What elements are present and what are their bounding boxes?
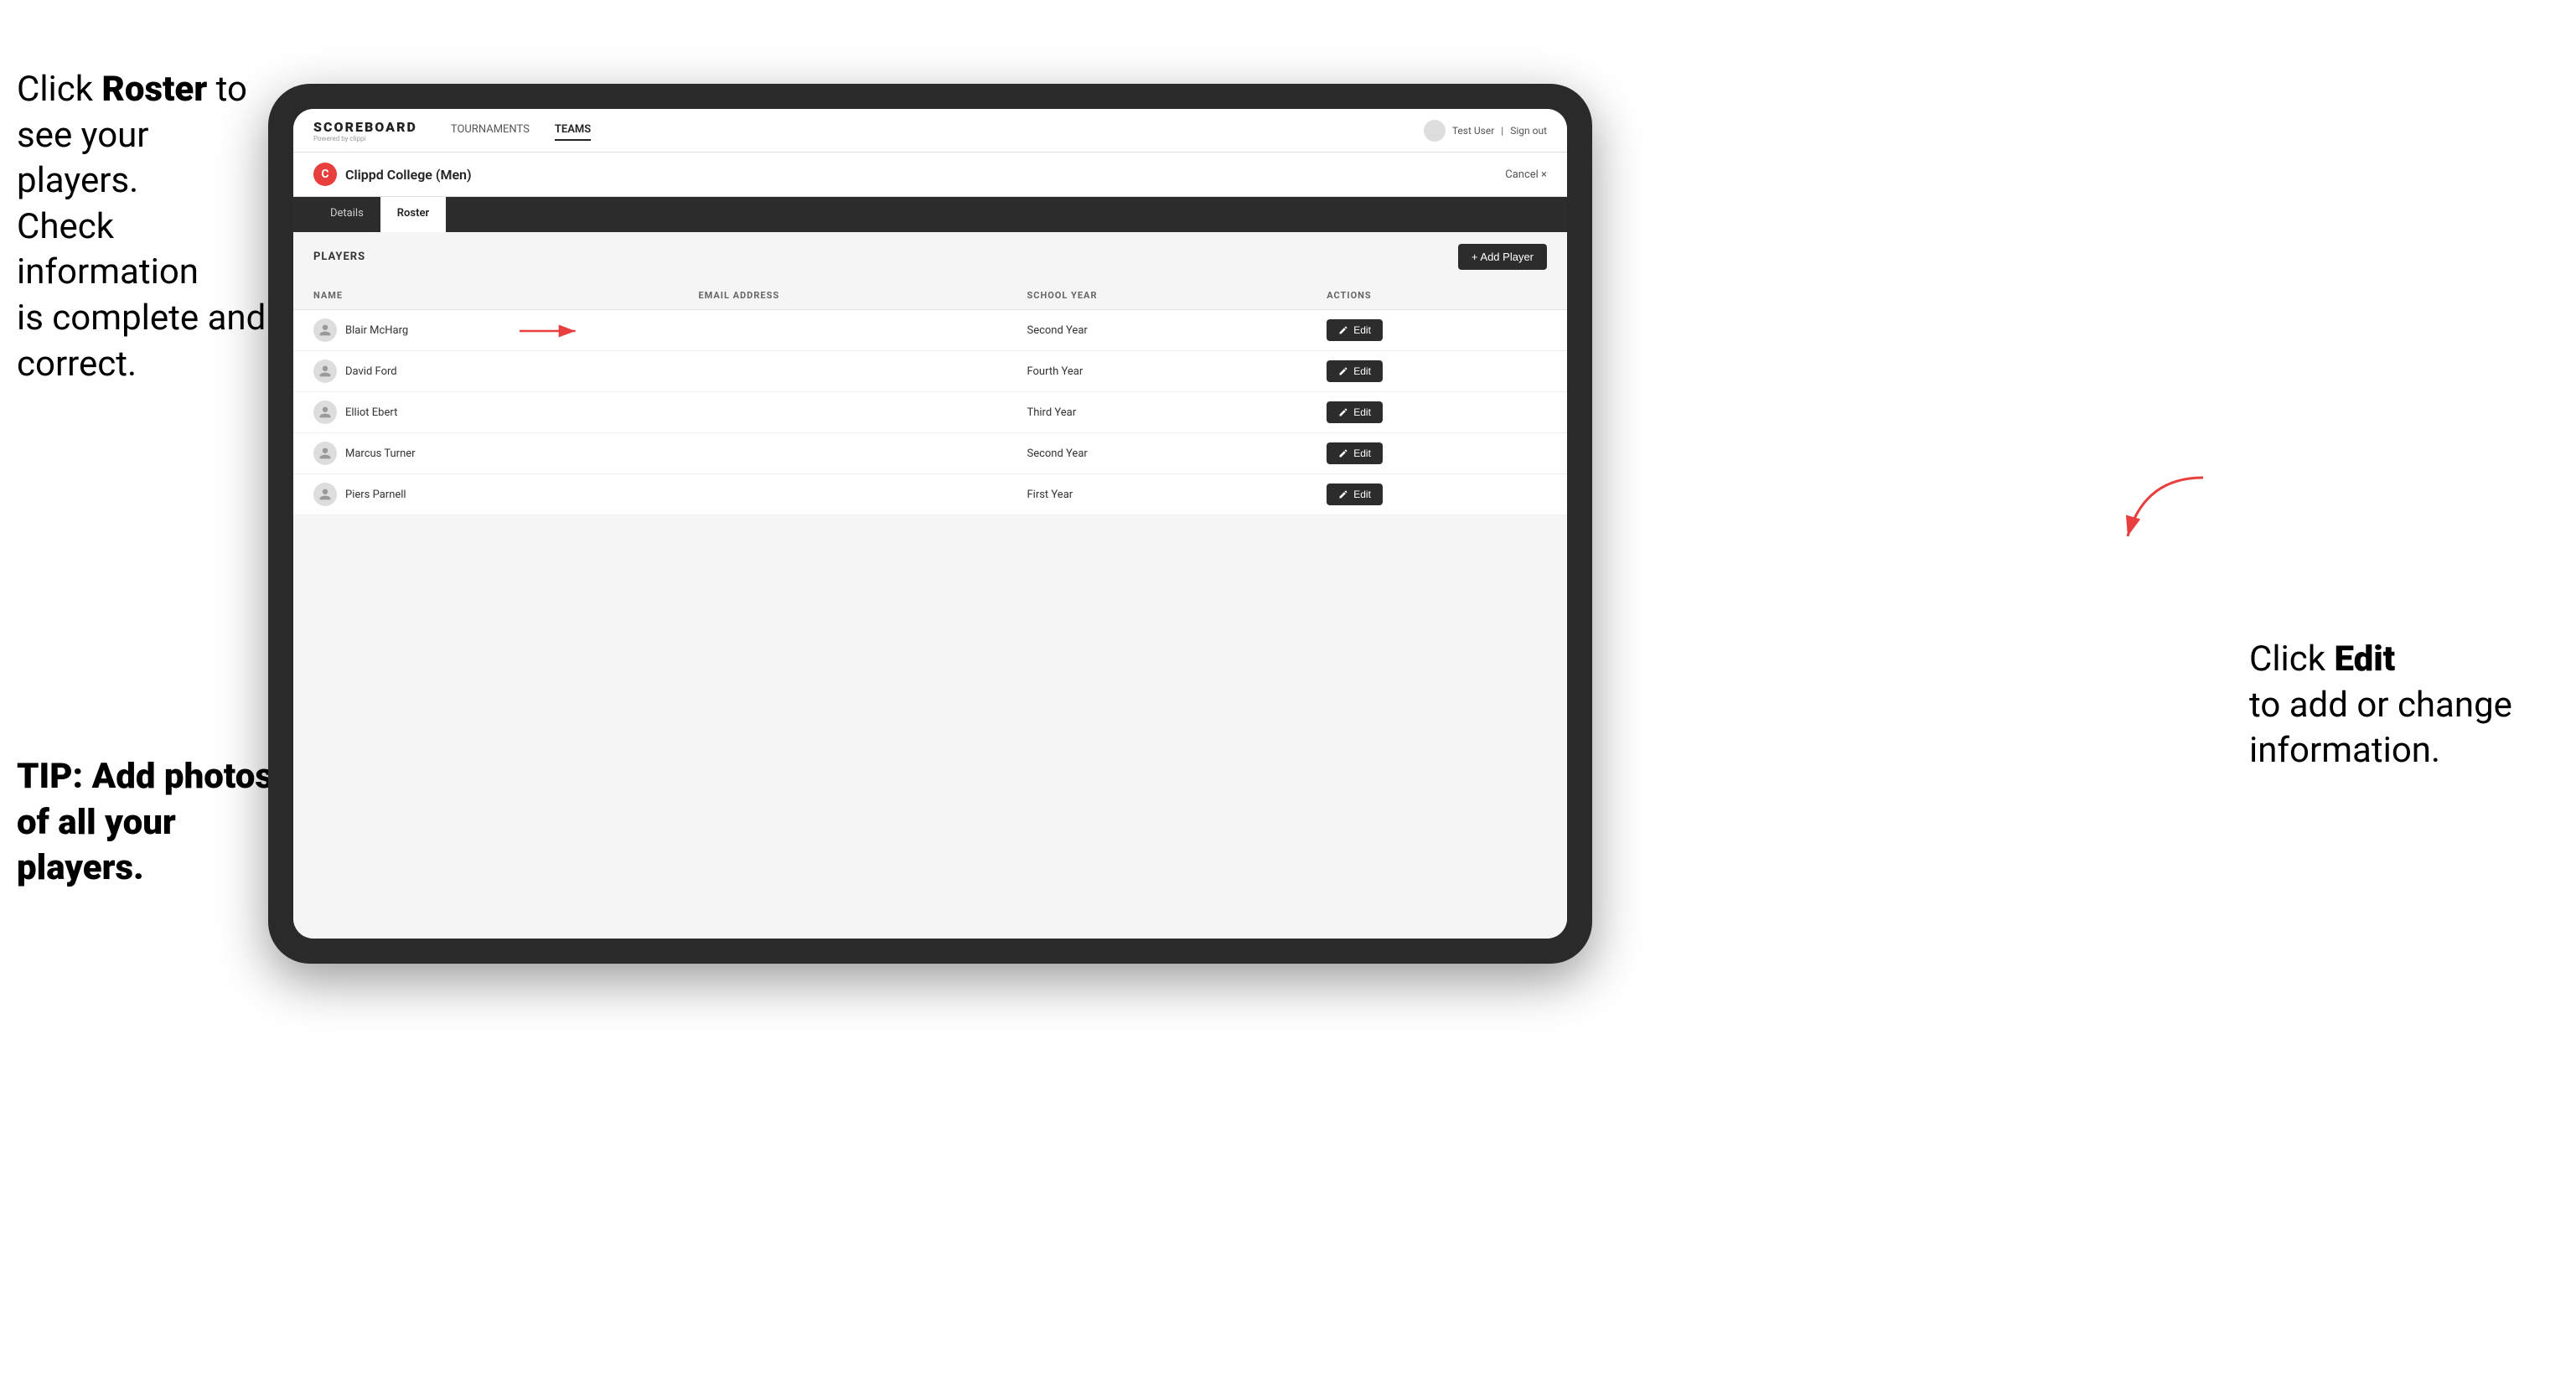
players-title: PLAYERS bbox=[313, 251, 365, 263]
player-name-cell: Elliot Ebert bbox=[293, 392, 678, 433]
player-name-cell: Piers Parnell bbox=[293, 474, 678, 515]
table-head: NAME EMAIL ADDRESS SCHOOL YEAR ACTIONS bbox=[293, 282, 1567, 310]
player-school-year: Second Year bbox=[1006, 433, 1306, 474]
player-name: Blair McHarg bbox=[345, 324, 408, 337]
app-header: SCOREBOARD Powered by clippi TOURNAMENTS… bbox=[293, 109, 1567, 153]
edit-player-button[interactable]: Edit bbox=[1327, 401, 1383, 423]
player-school-year: Third Year bbox=[1006, 392, 1306, 433]
tip-block: TIP: Add photos of all your players. bbox=[17, 754, 285, 892]
col-name: NAME bbox=[293, 282, 678, 310]
left-instruction-block: Click Roster tosee your players.Check in… bbox=[17, 67, 268, 387]
player-email bbox=[678, 351, 1006, 392]
player-school-year: Fourth Year bbox=[1006, 351, 1306, 392]
tablet-screen: SCOREBOARD Powered by clippi TOURNAMENTS… bbox=[293, 109, 1567, 939]
col-email: EMAIL ADDRESS bbox=[678, 282, 1006, 310]
player-actions: Edit bbox=[1306, 392, 1567, 433]
edit-player-button[interactable]: Edit bbox=[1327, 360, 1383, 382]
add-player-button[interactable]: + Add Player bbox=[1458, 244, 1547, 270]
player-avatar bbox=[313, 401, 337, 424]
table-row: Marcus Turner Second Year Edit bbox=[293, 433, 1567, 474]
player-name-cell: Blair McHarg bbox=[293, 310, 678, 351]
roster-bold: Roster bbox=[101, 69, 207, 110]
right-instruction-block: Click Editto add or changeinformation. bbox=[2249, 637, 2551, 774]
edit-player-button[interactable]: Edit bbox=[1327, 319, 1383, 341]
team-name-area: C Clippd College (Men) bbox=[313, 163, 472, 186]
nav-teams[interactable]: TEAMS bbox=[555, 120, 591, 141]
nav-tournaments[interactable]: TOURNAMENTS bbox=[451, 120, 530, 141]
instruction-text: Click Roster tosee your players.Check in… bbox=[17, 69, 266, 385]
player-actions: Edit bbox=[1306, 351, 1567, 392]
logo-area: SCOREBOARD Powered by clippi bbox=[313, 119, 417, 142]
separator: | bbox=[1501, 125, 1503, 137]
edit-player-button[interactable]: Edit bbox=[1327, 442, 1383, 464]
roster-arrow bbox=[520, 314, 603, 348]
table-body: Blair McHarg Second Year Edit David Ford… bbox=[293, 310, 1567, 515]
table-row: David Ford Fourth Year Edit bbox=[293, 351, 1567, 392]
player-avatar bbox=[313, 318, 337, 342]
col-actions: ACTIONS bbox=[1306, 282, 1567, 310]
table-row: Blair McHarg Second Year Edit bbox=[293, 310, 1567, 351]
team-header: C Clippd College (Men) Cancel × bbox=[293, 153, 1567, 197]
user-avatar bbox=[1424, 120, 1446, 142]
player-email bbox=[678, 392, 1006, 433]
col-school-year: SCHOOL YEAR bbox=[1006, 282, 1306, 310]
team-name: Clippd College (Men) bbox=[345, 167, 472, 183]
player-avatar bbox=[313, 442, 337, 465]
table-row: Piers Parnell First Year Edit bbox=[293, 474, 1567, 515]
player-name-cell: Marcus Turner bbox=[293, 433, 678, 474]
table-row: Elliot Ebert Third Year Edit bbox=[293, 392, 1567, 433]
sign-out-link[interactable]: Sign out bbox=[1510, 125, 1547, 137]
player-avatar bbox=[313, 359, 337, 383]
player-name-cell: David Ford bbox=[293, 351, 678, 392]
tip-text-content: TIP: Add photos of all your players. bbox=[17, 756, 273, 888]
player-avatar bbox=[313, 483, 337, 506]
user-name: Test User bbox=[1452, 125, 1494, 137]
player-email bbox=[678, 433, 1006, 474]
player-actions: Edit bbox=[1306, 433, 1567, 474]
tab-bar: Details Roster bbox=[293, 197, 1567, 232]
right-instruction-text: Click Editto add or changeinformation. bbox=[2249, 639, 2512, 771]
cancel-button[interactable]: Cancel × bbox=[1505, 168, 1547, 181]
player-school-year: Second Year bbox=[1006, 310, 1306, 351]
player-actions: Edit bbox=[1306, 310, 1567, 351]
table-header-row: NAME EMAIL ADDRESS SCHOOL YEAR ACTIONS bbox=[293, 282, 1567, 310]
header-right: Test User | Sign out bbox=[1424, 120, 1547, 142]
edit-arrow bbox=[2094, 469, 2211, 570]
player-name: David Ford bbox=[345, 365, 397, 378]
edit-bold: Edit bbox=[2334, 639, 2395, 680]
logo-title: SCOREBOARD bbox=[313, 119, 417, 135]
players-table: NAME EMAIL ADDRESS SCHOOL YEAR ACTIONS B… bbox=[293, 282, 1567, 515]
player-name: Marcus Turner bbox=[345, 447, 416, 460]
tab-details[interactable]: Details bbox=[313, 197, 380, 232]
tablet-device: SCOREBOARD Powered by clippi TOURNAMENTS… bbox=[268, 84, 1592, 964]
tab-roster[interactable]: Roster bbox=[380, 197, 446, 232]
team-icon: C bbox=[313, 163, 337, 186]
player-name: Elliot Ebert bbox=[345, 406, 397, 419]
player-email bbox=[678, 474, 1006, 515]
player-email bbox=[678, 310, 1006, 351]
logo-subtitle: Powered by clippi bbox=[313, 135, 417, 142]
player-actions: Edit bbox=[1306, 474, 1567, 515]
nav-links: TOURNAMENTS TEAMS bbox=[451, 120, 1424, 141]
player-school-year: First Year bbox=[1006, 474, 1306, 515]
player-name: Piers Parnell bbox=[345, 489, 406, 501]
players-header: PLAYERS + Add Player bbox=[293, 232, 1567, 282]
edit-player-button[interactable]: Edit bbox=[1327, 484, 1383, 505]
content-area: PLAYERS + Add Player NAME EMAIL ADDRESS … bbox=[293, 232, 1567, 939]
